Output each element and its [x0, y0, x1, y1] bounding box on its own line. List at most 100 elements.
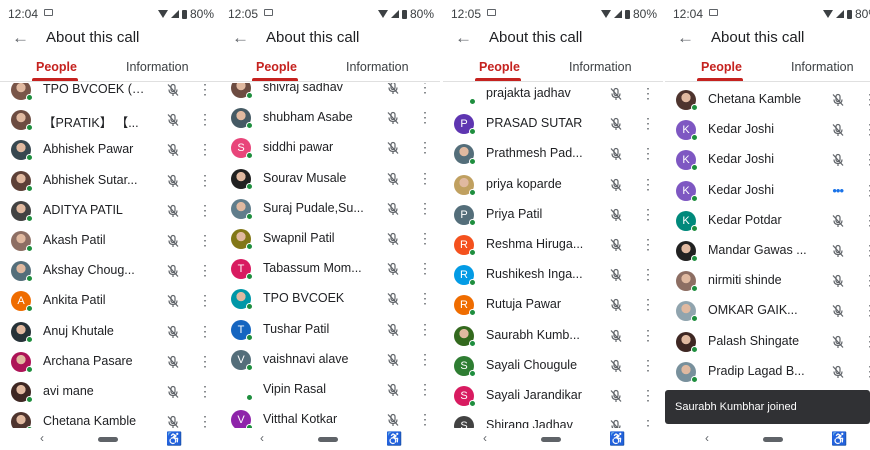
more-options-icon[interactable]: ⋮ [641, 266, 655, 282]
participant-row[interactable]: T Tabassum Mom... ⋮ [220, 254, 440, 284]
participant-row[interactable]: Sourav Musale ⋮ [220, 164, 440, 194]
more-options-icon[interactable]: ⋮ [198, 141, 212, 157]
nav-back-icon[interactable]: ‹ [705, 431, 709, 445]
participant-row[interactable]: Akshay Choug... ⋮ [0, 256, 220, 286]
more-options-icon[interactable]: ⋮ [198, 262, 212, 278]
participant-row[interactable]: K Kedar Joshi ••• ⋮ [665, 176, 870, 206]
more-options-icon[interactable]: ⋮ [418, 109, 432, 125]
participant-list[interactable]: Chetana Kamble ⋮ K Kedar Joshi ⋮ K Kedar Joshi… [665, 83, 870, 428]
participant-row[interactable]: R Reshma Hiruga... ⋮ [443, 230, 663, 260]
participant-row[interactable]: Abhishek Sutar... ⋮ [0, 166, 220, 196]
more-options-icon[interactable]: ⋮ [863, 242, 870, 258]
participant-row[interactable]: T Tushar Patil ⋮ [220, 315, 440, 345]
participant-row[interactable]: shubham Asabe ⋮ [220, 103, 440, 133]
more-options-icon[interactable]: ⋮ [198, 353, 212, 369]
more-options-icon[interactable]: ⋮ [198, 232, 212, 248]
more-options-icon[interactable]: ⋮ [198, 292, 212, 308]
more-options-icon[interactable]: ⋮ [198, 111, 212, 127]
participant-row[interactable]: V Vitthal Kotkar ⋮ [220, 405, 440, 428]
participant-row[interactable]: Vipin Rasal ⋮ [220, 375, 440, 405]
nav-back-icon[interactable]: ‹ [40, 431, 44, 445]
nav-home-pill[interactable] [98, 437, 118, 442]
more-options-icon[interactable]: ⋮ [863, 121, 870, 137]
more-options-icon[interactable]: ⋮ [641, 296, 655, 312]
more-options-icon[interactable]: ⋮ [863, 212, 870, 228]
participant-row[interactable]: TPO BVCOEK ⋮ [220, 284, 440, 314]
more-options-icon[interactable]: ⋮ [198, 83, 212, 97]
participant-row[interactable]: R Rushikesh Inga... ⋮ [443, 260, 663, 290]
participant-row[interactable]: Saurabh Kumb... ⋮ [443, 321, 663, 351]
accessibility-icon[interactable]: ♿ [609, 431, 625, 447]
back-arrow-icon[interactable]: ← [677, 28, 694, 48]
participant-row[interactable]: Chetana Kamble ⋮ [0, 407, 220, 428]
more-options-icon[interactable]: ⋮ [863, 91, 870, 107]
participant-row[interactable]: priya koparde ⋮ [443, 170, 663, 200]
participant-row[interactable]: Suraj Pudale,Su... ⋮ [220, 194, 440, 224]
more-options-icon[interactable]: ⋮ [863, 182, 870, 198]
participant-row[interactable]: Swapnil Patil ⋮ [220, 224, 440, 254]
more-options-icon[interactable]: ⋮ [641, 387, 655, 403]
accessibility-icon[interactable]: ♿ [166, 431, 182, 447]
more-options-icon[interactable]: ⋮ [418, 260, 432, 276]
participant-row[interactable]: Chetana Kamble ⋮ [665, 85, 870, 115]
more-options-icon[interactable]: ⋮ [418, 351, 432, 367]
participant-row[interactable]: ADITYA PATIL ⋮ [0, 196, 220, 226]
participant-row[interactable]: Anuj Khutale ⋮ [0, 317, 220, 347]
participant-row[interactable]: R Rutuja Pawar ⋮ [443, 290, 663, 320]
participant-row[interactable]: Prathmesh Pad... ⋮ [443, 139, 663, 169]
participant-row[interactable]: P PRASAD SUTAR ⋮ [443, 109, 663, 139]
more-options-icon[interactable]: ⋮ [418, 290, 432, 306]
more-options-icon[interactable]: ⋮ [641, 327, 655, 343]
more-options-icon[interactable]: ⋮ [641, 417, 655, 428]
more-options-icon[interactable]: ⋮ [198, 413, 212, 428]
nav-home-pill[interactable] [541, 437, 561, 442]
more-options-icon[interactable]: ⋮ [863, 333, 870, 349]
more-options-icon[interactable]: ⋮ [418, 83, 432, 95]
more-options-icon[interactable]: ⋮ [418, 200, 432, 216]
participant-row[interactable]: Akash Patil ⋮ [0, 226, 220, 256]
participant-row[interactable]: TPO BVCOEK (You) ⋮ [0, 83, 220, 105]
more-options-icon[interactable]: ⋮ [641, 115, 655, 131]
accessibility-icon[interactable]: ♿ [386, 431, 402, 447]
tab-information[interactable]: Information [346, 60, 436, 74]
more-options-icon[interactable]: ⋮ [418, 139, 432, 155]
more-options-icon[interactable]: ⋮ [641, 145, 655, 161]
participant-row[interactable]: S Sayali Jarandikar ⋮ [443, 381, 663, 411]
more-options-icon[interactable]: ⋮ [418, 321, 432, 337]
more-options-icon[interactable]: ⋮ [418, 411, 432, 427]
participant-row[interactable]: Palash Shingate ⋮ [665, 327, 870, 357]
more-options-icon[interactable]: ⋮ [641, 176, 655, 192]
participant-row[interactable]: shivraj sadhav ⋮ [220, 83, 440, 103]
participant-row[interactable]: nirmiti shinde ⋮ [665, 266, 870, 296]
tab-information[interactable]: Information [569, 60, 659, 74]
tab-information[interactable]: Information [791, 60, 870, 74]
participant-row[interactable]: S Shirang Jadhav ⋮ [443, 411, 663, 428]
back-arrow-icon[interactable]: ← [12, 28, 29, 48]
participant-row[interactable]: Vvaishnavi alave ⋮ [220, 345, 440, 375]
participant-row[interactable]: avi mane ⋮ [0, 377, 220, 407]
tab-people[interactable]: People [36, 60, 77, 74]
nav-back-icon[interactable]: ‹ [483, 431, 487, 445]
more-options-icon[interactable]: ⋮ [863, 272, 870, 288]
more-options-icon[interactable]: ⋮ [863, 302, 870, 318]
participant-row[interactable]: K Kedar Potdar ⋮ [665, 206, 870, 236]
tab-people[interactable]: People [256, 60, 297, 74]
more-options-icon[interactable]: ⋮ [198, 202, 212, 218]
more-options-icon[interactable]: ⋮ [863, 151, 870, 167]
participant-row[interactable]: Archana Pasare ⋮ [0, 347, 220, 377]
participant-row[interactable]: S Sayali Chougule ⋮ [443, 351, 663, 381]
participant-list[interactable]: shivraj sadhav ⋮ shubham Asabe ⋮ Ssiddhi paw… [220, 83, 440, 428]
participant-row[interactable]: Pradip Lagad B... ⋮ [665, 357, 870, 387]
more-options-icon[interactable]: ⋮ [641, 206, 655, 222]
more-options-icon[interactable]: ⋮ [641, 357, 655, 373]
more-options-icon[interactable]: ⋮ [198, 172, 212, 188]
nav-home-pill[interactable] [763, 437, 783, 442]
participant-row[interactable]: Mandar Gawas ... ⋮ [665, 236, 870, 266]
more-options-icon[interactable]: ⋮ [198, 383, 212, 399]
participant-row[interactable]: OMKAR GAIK... ⋮ [665, 296, 870, 326]
participant-row[interactable]: 【PRATIK】 【... ⋮ [0, 105, 220, 135]
nav-back-icon[interactable]: ‹ [260, 431, 264, 445]
more-options-icon[interactable]: ⋮ [641, 236, 655, 252]
more-options-icon[interactable]: ⋮ [863, 363, 870, 379]
participant-row[interactable]: K Kedar Joshi ⋮ [665, 115, 870, 145]
